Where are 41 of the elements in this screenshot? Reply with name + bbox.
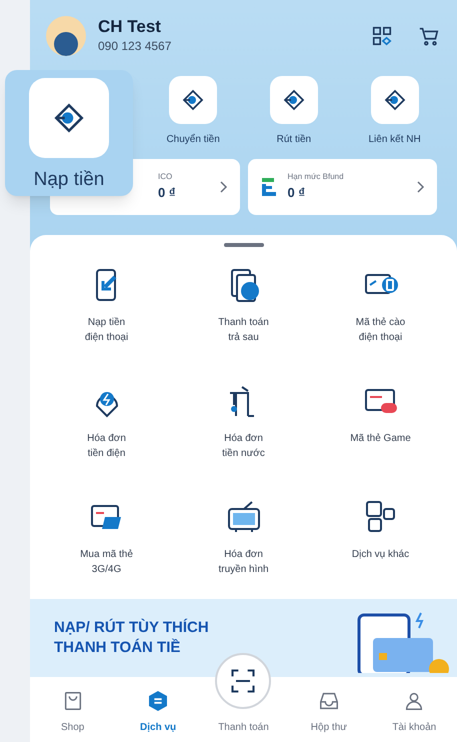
card-label: Hạn mức Bfund: [288, 171, 345, 184]
avatar: [46, 16, 86, 56]
promo-banner[interactable]: NẠP/ RÚT TÙY THÍCH THANH TOÁN TIỀ: [30, 599, 457, 677]
quick-action-button[interactable]: Liên kết NH: [344, 76, 445, 147]
diamond-arrow-icon: [52, 101, 86, 135]
diamond-arrow-icon: [282, 88, 306, 112]
quick-action-button[interactable]: Chuyển tiền: [142, 76, 244, 147]
card-value: 0 ₫: [288, 184, 306, 202]
banner-subline: THANH TOÁN TIỀ: [54, 638, 182, 658]
service-button[interactable]: Thanh toán trả sau: [175, 267, 312, 367]
service-button[interactable]: Hóa đơn tiền nước: [175, 383, 312, 483]
scan-icon: [229, 667, 258, 695]
quick-action-button[interactable]: Rút tiền: [244, 76, 344, 147]
service-button[interactable]: Hóa đơn tiền điện: [38, 383, 175, 483]
qr-code-icon[interactable]: [371, 25, 393, 47]
service-button[interactable]: Nạp tiền điện thoại: [38, 267, 175, 367]
diamond-arrow-icon: [181, 88, 206, 112]
nav-tab[interactable]: Thanh toán: [218, 720, 269, 735]
banner-headline: NẠP/ RÚT TÙY THÍCH: [54, 618, 209, 638]
user-name: CH Test: [98, 17, 162, 37]
service-button[interactable]: Mã thẻ cào điện thoại: [312, 267, 449, 367]
nav-tab[interactable]: Shop: [30, 690, 116, 735]
chevron-right-icon: [415, 180, 425, 194]
chevron-right-icon: [218, 180, 228, 194]
service-button[interactable]: Hóa đơn truyền hình: [175, 499, 312, 599]
television-icon: [226, 499, 262, 535]
card-value: 0 ₫: [158, 184, 177, 202]
service-button[interactable]: Mã thẻ Game: [312, 383, 449, 483]
balance-card[interactable]: Hạn mức Bfund 0 ₫: [248, 159, 437, 215]
diamond-arrow-icon: [382, 88, 407, 112]
cart-icon[interactable]: [417, 25, 441, 47]
phone-number: 090 123 4567: [98, 38, 172, 55]
card-label: ICO: [158, 171, 174, 184]
service-button[interactable]: Dịch vụ khác: [312, 499, 449, 599]
quick-action-tooltip[interactable]: Nạp tiền: [5, 70, 133, 196]
service-button[interactable]: Mua mã thẻ 3G/4G: [38, 499, 175, 599]
hexagon-logo-icon: [147, 690, 170, 712]
nav-tab[interactable]: Tài khoản: [372, 690, 457, 735]
nav-tab[interactable]: Hộp thư: [286, 690, 372, 735]
nav-tab[interactable]: Dịch vụ: [115, 690, 201, 735]
inbox-icon: [318, 690, 340, 712]
